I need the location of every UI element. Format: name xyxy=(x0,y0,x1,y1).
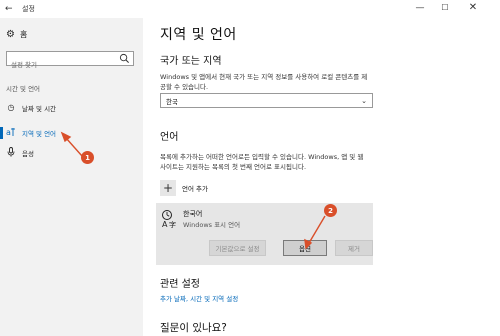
additional-date-time-region-link[interactable]: 추가 날짜, 시간 및 지역 설정 xyxy=(160,293,238,303)
search-box[interactable] xyxy=(6,51,134,72)
sidebar-item-label: 음성 xyxy=(22,150,34,158)
window-title: 설정 xyxy=(22,5,35,13)
home-label: 홈 xyxy=(19,30,28,39)
close-button[interactable]: ✕ xyxy=(466,2,480,14)
sidebar: ⚙ 홈 시간 및 언어 ◷ 날짜 및 시간 a 지역 및 언어 xyxy=(0,18,143,336)
microphone-icon xyxy=(0,146,22,160)
related-settings-heading: 관련 설정 xyxy=(160,279,200,290)
sidebar-item-date-time[interactable]: ◷ 날짜 및 시간 xyxy=(0,99,143,117)
plus-icon: + xyxy=(160,180,176,196)
sidebar-item-region-language[interactable]: a 지역 및 언어 xyxy=(0,124,143,142)
remove-button[interactable]: 제거 xyxy=(335,240,373,256)
annotation-marker-1: 1 xyxy=(81,151,94,164)
search-icon[interactable] xyxy=(119,53,130,64)
set-default-button[interactable]: 기본값으로 설정 xyxy=(209,240,266,256)
minimize-button[interactable]: — xyxy=(413,2,427,14)
country-dropdown[interactable]: 한국 ⌄ xyxy=(160,93,373,108)
annotation-marker-2: 2 xyxy=(324,204,337,217)
language-heading: 언어 xyxy=(160,132,179,143)
title-bar: ← 설정 — ☐ ✕ xyxy=(0,0,500,18)
sidebar-item-label: 날짜 및 시간 xyxy=(22,105,57,113)
language-list-item[interactable]: A 字 한국어 Windows 표시 언어 기본값으로 설정 옵션 제거 xyxy=(156,203,373,265)
language-subtitle: Windows 표시 언어 xyxy=(183,221,241,229)
country-heading: 국가 또는 지역 xyxy=(160,56,222,67)
add-language-button[interactable]: + 언어 추가 xyxy=(160,180,208,196)
calendar-clock-icon: ◷ xyxy=(7,103,15,112)
sidebar-item-label: 지역 및 언어 xyxy=(22,130,57,138)
sidebar-item-speech[interactable]: 음성 xyxy=(0,144,143,162)
page-title: 지역 및 언어 xyxy=(160,27,237,43)
country-description: Windows 및 앱에서 현재 국가 또는 지역 정보를 사용하여 로컬 콘텐… xyxy=(160,73,368,91)
question-heading: 질문이 있나요? xyxy=(160,322,227,334)
section-label: 시간 및 언어 xyxy=(6,85,41,93)
language-name: 한국어 xyxy=(183,210,203,218)
svg-text:字: 字 xyxy=(169,220,176,229)
options-button[interactable]: 옵션 xyxy=(283,240,327,256)
gear-icon: ⚙ xyxy=(6,28,15,40)
active-indicator xyxy=(0,127,3,139)
country-selected-value: 한국 xyxy=(166,97,178,106)
maximize-button[interactable]: ☐ xyxy=(438,2,452,14)
main-content: 지역 및 언어 국가 또는 지역 Windows 및 앱에서 현재 국가 또는 … xyxy=(143,18,500,336)
svg-text:a: a xyxy=(6,128,11,137)
search-input[interactable] xyxy=(7,58,115,72)
chevron-down-icon: ⌄ xyxy=(361,96,367,105)
add-language-label: 언어 추가 xyxy=(182,185,208,193)
home-nav[interactable]: ⚙ 홈 xyxy=(6,29,27,40)
region-language-icon: a xyxy=(0,127,22,140)
language-description: 목록에 추가하는 어떠한 언어로든 입력할 수 있습니다. Windows, 앱… xyxy=(160,153,364,171)
language-display-icon: A 字 xyxy=(162,210,176,229)
back-arrow-icon[interactable]: ← xyxy=(5,3,13,15)
svg-text:A: A xyxy=(162,220,168,229)
